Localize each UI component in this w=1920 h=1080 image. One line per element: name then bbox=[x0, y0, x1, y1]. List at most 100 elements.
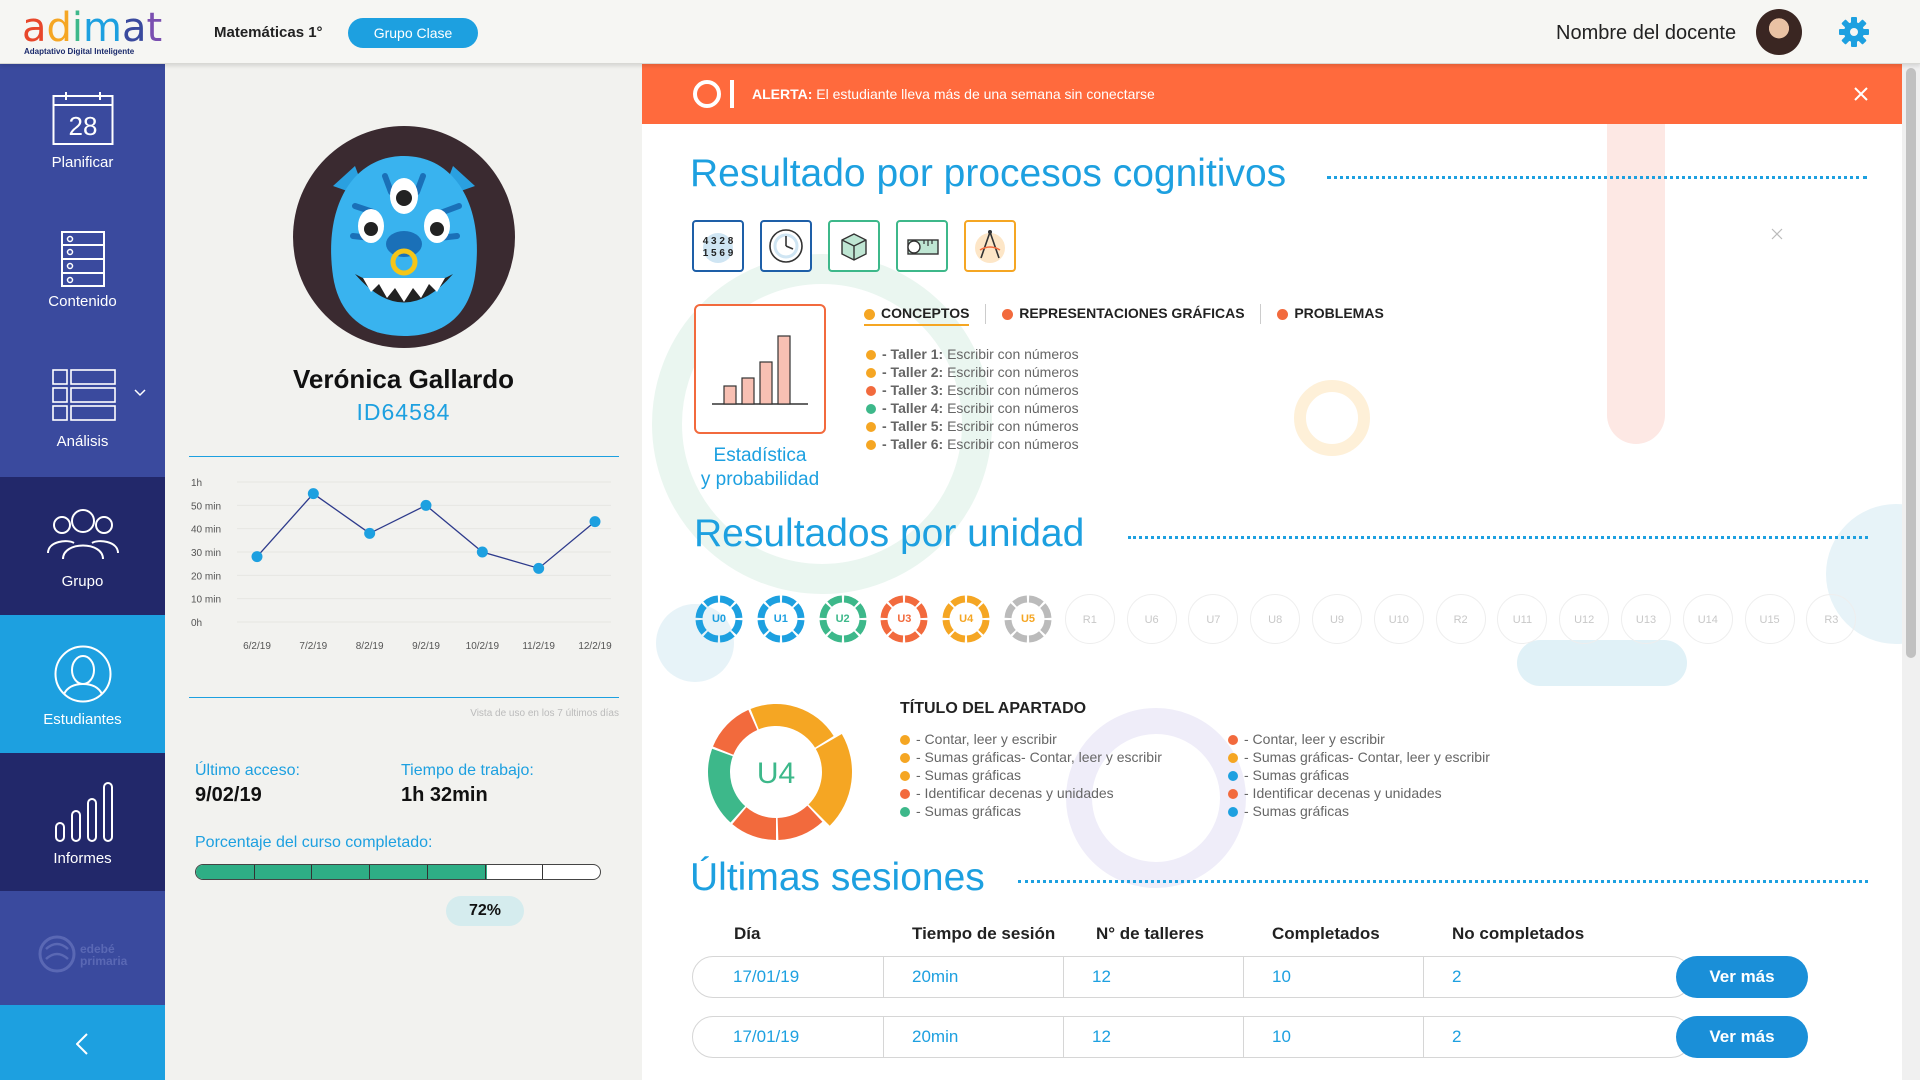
unit-u8-button[interactable]: U8 bbox=[1250, 594, 1301, 644]
unit-item-text: - Sumas gráficas bbox=[916, 803, 1022, 819]
unit-u3-button[interactable]: U3 bbox=[879, 594, 929, 644]
unit-u14-button[interactable]: U14 bbox=[1682, 594, 1733, 644]
data-point bbox=[364, 527, 376, 539]
sidebar-item-grupo[interactable]: Grupo bbox=[0, 477, 165, 615]
tab-label: CONCEPTOS bbox=[881, 304, 970, 321]
progress-ticks bbox=[196, 865, 600, 879]
unit-u12-button[interactable]: U12 bbox=[1559, 594, 1610, 644]
adimat-logo[interactable]: adimat Adaptativo Digital Inteligente bbox=[22, 8, 162, 56]
unit-u2-button[interactable]: U2 bbox=[818, 594, 868, 644]
sidebar-item-contenido[interactable]: Contenido bbox=[0, 201, 165, 339]
cube-icon bbox=[841, 233, 867, 261]
group-class-button[interactable]: Grupo Clase bbox=[348, 18, 478, 48]
taller-item: - Taller 5: Escribir con números bbox=[866, 418, 1079, 434]
process-cube-button[interactable] bbox=[828, 220, 880, 272]
unit-label: R3 bbox=[1824, 614, 1839, 626]
unit-label: U14 bbox=[1697, 614, 1718, 626]
sidebar-item-analisis[interactable]: Análisis bbox=[0, 339, 165, 477]
tab-separator bbox=[985, 304, 987, 324]
chevron-down-icon[interactable] bbox=[134, 389, 146, 397]
top-header: adimat Adaptativo Digital Inteligente Ma… bbox=[0, 0, 1920, 64]
table-row: 17/01/19 20min 12 10 2 bbox=[692, 956, 1692, 998]
unit-u0-button[interactable]: U0 bbox=[694, 594, 744, 644]
student-avatar bbox=[293, 126, 515, 348]
progress-tick bbox=[542, 865, 544, 879]
unit-u7-button[interactable]: U7 bbox=[1188, 594, 1239, 644]
status-dot bbox=[900, 807, 910, 818]
taller-text: Escribir con números bbox=[943, 400, 1079, 416]
status-dot bbox=[900, 735, 910, 746]
unit-section-title: TÍTULO DEL APARTADO bbox=[900, 700, 1087, 717]
unit-u15-button[interactable]: U15 bbox=[1744, 594, 1795, 644]
unit-r2-button[interactable]: R2 bbox=[1435, 594, 1486, 644]
gear-icon[interactable] bbox=[1838, 16, 1870, 48]
close-icon[interactable] bbox=[1771, 228, 1783, 240]
title-dotted-line bbox=[1018, 880, 1868, 883]
unit-u5-button[interactable]: U5 bbox=[1003, 594, 1053, 644]
sidebar-item-informes[interactable]: Informes bbox=[0, 753, 165, 891]
table-cell: 17/01/19 bbox=[733, 1027, 800, 1046]
process-clock-button[interactable] bbox=[760, 220, 812, 272]
decor-bar bbox=[1607, 124, 1665, 444]
unit-label: U6 bbox=[1144, 614, 1159, 626]
unit-u9-button[interactable]: U9 bbox=[1312, 594, 1362, 644]
sidebar-collapse-button[interactable] bbox=[0, 1005, 165, 1080]
work-time-label: Tiempo de trabajo: bbox=[401, 762, 534, 779]
teacher-avatar[interactable] bbox=[1756, 9, 1802, 55]
student-icon bbox=[54, 645, 112, 703]
unit-r3-button[interactable]: R3 bbox=[1806, 594, 1857, 644]
donut-segment bbox=[808, 734, 852, 826]
unit-u1-button[interactable]: U1 bbox=[756, 594, 806, 644]
sidebar-item-planificar[interactable]: 28 Planificar bbox=[0, 64, 165, 201]
divider bbox=[189, 456, 619, 457]
tab-conceptos[interactable]: CONCEPTOS bbox=[864, 304, 970, 326]
column-header-talleres: N° de talleres bbox=[1096, 924, 1204, 943]
status-dot bbox=[866, 440, 876, 451]
scrollbar-thumb[interactable] bbox=[1906, 68, 1916, 658]
unit-item-text: - Contar, leer y escribir bbox=[1244, 731, 1385, 747]
group-icon bbox=[47, 509, 119, 560]
statistics-card[interactable] bbox=[694, 304, 826, 434]
process-numbers-button[interactable]: 4 3 2 8 1 5 6 9 bbox=[692, 220, 744, 272]
unit-item: - Sumas gráficas- Contar, leer y escribi… bbox=[1228, 749, 1490, 765]
unit-label: U5 bbox=[1020, 613, 1036, 625]
svg-text:1 5 6 9: 1 5 6 9 bbox=[703, 248, 734, 259]
tab-representaciones[interactable]: REPRESENTACIONES GRÁFICAS bbox=[1002, 305, 1248, 321]
y-tick-label: 10 min bbox=[191, 595, 221, 606]
close-icon[interactable] bbox=[1854, 87, 1868, 101]
course-progress-bar bbox=[195, 864, 601, 880]
progress-tick bbox=[369, 865, 371, 879]
sidebar-item-estudiantes[interactable]: Estudiantes bbox=[0, 615, 165, 753]
unit-item: - Sumas gráficas bbox=[1228, 803, 1349, 819]
ver-mas-button[interactable]: Ver más bbox=[1676, 956, 1808, 998]
ver-mas-button[interactable]: Ver más bbox=[1676, 1016, 1808, 1058]
clock-icon bbox=[769, 229, 803, 263]
column-header-tiempo: Tiempo de sesión bbox=[912, 924, 1056, 943]
unit-label: U4 bbox=[959, 613, 974, 625]
unit-u4-button[interactable]: U4 bbox=[941, 594, 991, 644]
calendar-day: 28 bbox=[69, 111, 98, 141]
status-dot bbox=[1228, 789, 1238, 800]
donut-segment bbox=[708, 748, 746, 823]
sidebar-label: Contenido bbox=[48, 293, 117, 310]
taller-name: - Taller 4: bbox=[882, 400, 944, 416]
process-compass-button[interactable] bbox=[964, 220, 1016, 272]
table-cell: 12 bbox=[1063, 1017, 1243, 1057]
unit-u10-button[interactable]: U10 bbox=[1373, 594, 1424, 644]
data-point bbox=[251, 551, 263, 563]
taller-name: - Taller 2: bbox=[882, 364, 944, 380]
alert-banner: ALERTA: El estudiante lleva más de una s… bbox=[642, 64, 1902, 124]
y-tick-label: 0h bbox=[191, 618, 202, 629]
unit-u6-button[interactable]: U6 bbox=[1126, 594, 1177, 644]
process-measure-button[interactable] bbox=[896, 220, 948, 272]
unit-u13-button[interactable]: U13 bbox=[1621, 594, 1671, 644]
x-tick-label: 12/2/19 bbox=[578, 641, 612, 652]
unit-label: U7 bbox=[1206, 614, 1221, 626]
tab-problemas[interactable]: PROBLEMAS bbox=[1277, 305, 1384, 321]
unit-label: U2 bbox=[835, 613, 850, 625]
table-grid-icon bbox=[52, 369, 116, 421]
unit-u11-button[interactable]: U11 bbox=[1497, 594, 1548, 644]
work-time-value: 1h 32min bbox=[401, 784, 488, 806]
unit-r1-button[interactable]: R1 bbox=[1064, 594, 1115, 644]
teacher-name[interactable]: Nombre del docente bbox=[1556, 22, 1736, 45]
